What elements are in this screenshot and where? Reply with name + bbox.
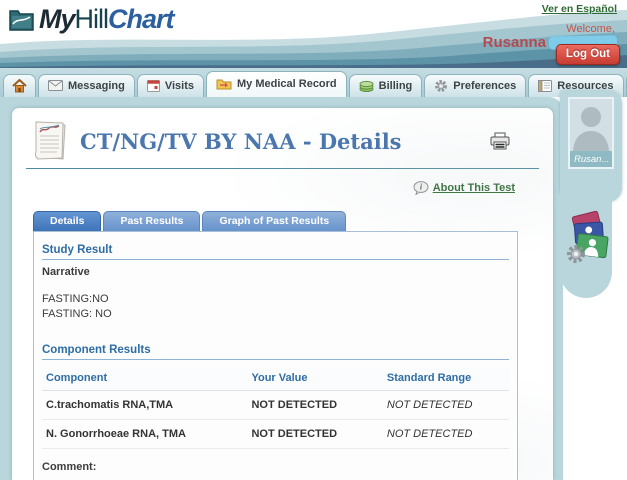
component-results-table: Component Your Value Standard Range C.tr… [42,366,509,449]
component-cell: N. Gonorrhoeae RNA, TMA [42,419,247,448]
narrative-line: FASTING: NO [42,307,509,322]
family-accounts-button[interactable] [566,210,612,271]
component-results-heading: Component Results [42,344,509,360]
narrative-line: FASTING:NO [42,292,509,307]
standard-range-cell: NOT DETECTED [383,419,509,448]
language-toggle-link[interactable]: Ver en Español [542,3,617,15]
component-cell: C.trachomatis RNA,TMA [42,390,247,419]
page-title: CT/NG/TV BY NAA - Details [80,129,489,154]
envelope-icon [48,80,63,91]
col-component: Component [42,366,247,391]
avatar-silhouette-icon [570,99,612,151]
comment-label: Comment: [42,459,509,477]
tab-billing[interactable]: Billing [349,74,423,97]
page-title-row: CT/NG/TV BY NAA - Details [12,108,553,162]
myhillchart-window: MyHillChart Ver en Español Welcome, Rusa… [0,0,627,480]
table-row: C.trachomatis RNA,TMA NOT DETECTED NOT D… [42,390,509,419]
col-standard-range: Standard Range [383,366,509,391]
billing-money-icon [359,80,374,92]
content-card: CT/NG/TV BY NAA - Details i [12,108,553,480]
user-avatar[interactable]: Rusan... [568,97,614,169]
comment-section: Comment: This test was performed using t… [42,459,509,480]
content-panel-background: CT/NG/TV BY NAA - Details i [0,97,563,480]
family-accounts-icon [566,210,612,266]
tab-past-results[interactable]: Past Results [103,211,200,231]
about-link-label: About This Test [433,182,515,194]
details-tab-panel: Study Result Narrative FASTING:NO FASTIN… [33,231,518,480]
medical-record-folder-icon [216,78,232,90]
your-value-cell: NOT DETECTED [247,390,382,419]
about-row: i About This Test [12,169,553,195]
about-this-test-link[interactable]: i About This Test [413,181,515,195]
app-title: MyHillChart [39,4,174,35]
gear-icon [434,79,448,93]
tab-label: Visits [165,80,194,92]
logout-button[interactable]: Log Out [556,44,620,65]
tab-graph-of-past-results[interactable]: Graph of Past Results [202,211,346,231]
tab-messaging[interactable]: Messaging [38,74,135,97]
col-your-value: Your Value [247,366,382,391]
tab-label: My Medical Record [237,78,337,90]
main-nav-tabbar: Messaging Visits My Medical Record Bil [0,68,627,97]
result-tabs: Details Past Results Graph of Past Resul… [33,211,553,231]
tab-my-medical-record[interactable]: My Medical Record [206,71,347,97]
test-report-icon [32,120,68,162]
info-bubble-icon: i [413,181,429,195]
app-logo[interactable]: MyHillChart [8,4,174,35]
tab-label: Messaging [68,80,125,92]
narrative-label: Narrative [42,266,509,278]
study-result-heading: Study Result [42,244,509,260]
avatar-name-label: Rusan... [570,151,612,167]
tab-label: Billing [379,80,413,92]
tab-home[interactable] [3,74,36,97]
tab-preferences[interactable]: Preferences [424,74,526,97]
table-header-row: Component Your Value Standard Range [42,366,509,391]
book-icon [538,80,552,92]
home-icon [12,79,27,93]
your-value-cell: NOT DETECTED [247,419,382,448]
logo-folder-icon [8,7,35,32]
tab-label: Preferences [453,80,516,92]
print-icon[interactable] [489,132,511,151]
table-row: N. Gonorrhoeae RNA, TMA NOT DETECTED NOT… [42,419,509,448]
narrative-text: FASTING:NO FASTING: NO [42,292,509,322]
standard-range-cell: NOT DETECTED [383,390,509,419]
tab-visits[interactable]: Visits [137,74,204,97]
tab-details[interactable]: Details [33,211,101,231]
header-banner: MyHillChart Ver en Español Welcome, Rusa… [0,0,627,68]
calendar-icon [147,79,160,92]
